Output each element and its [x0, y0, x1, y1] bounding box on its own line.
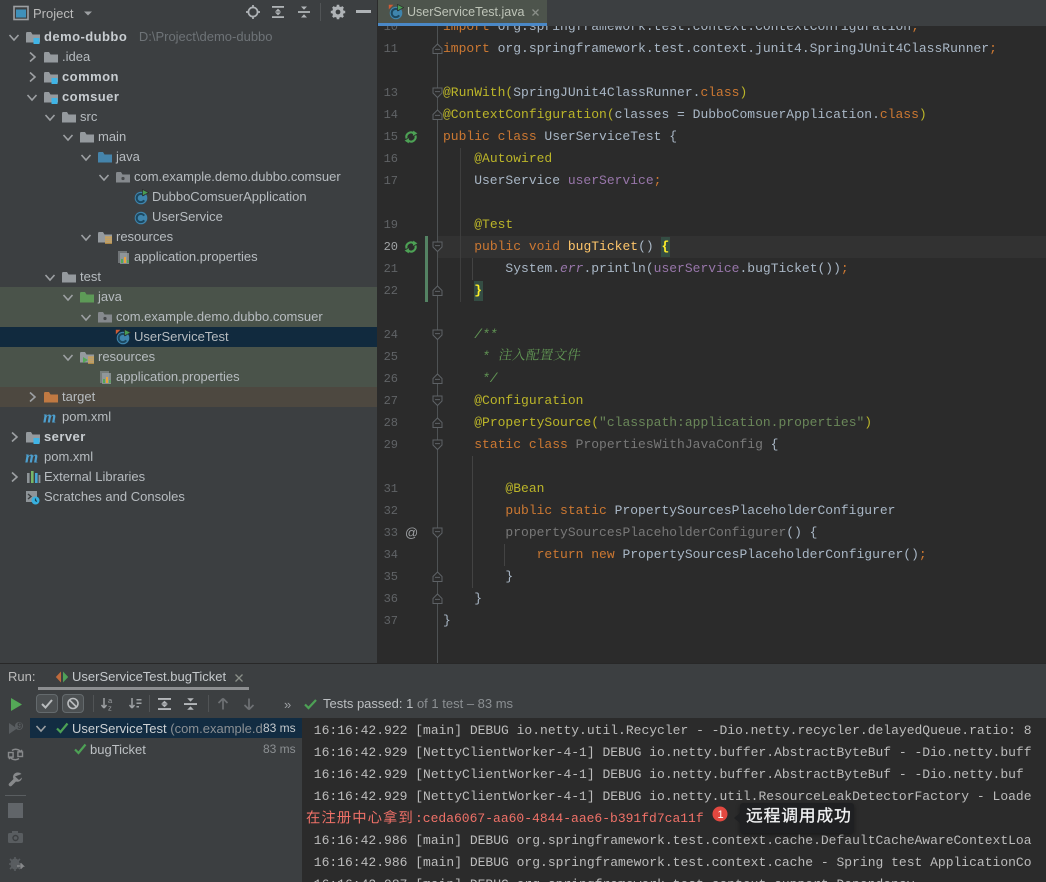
svg-text:9: 9 [17, 721, 22, 731]
svg-text:z: z [108, 704, 112, 713]
svg-text:1: 1 [718, 809, 724, 821]
svg-text:m: m [25, 449, 38, 465]
svg-text:m: m [43, 409, 56, 425]
